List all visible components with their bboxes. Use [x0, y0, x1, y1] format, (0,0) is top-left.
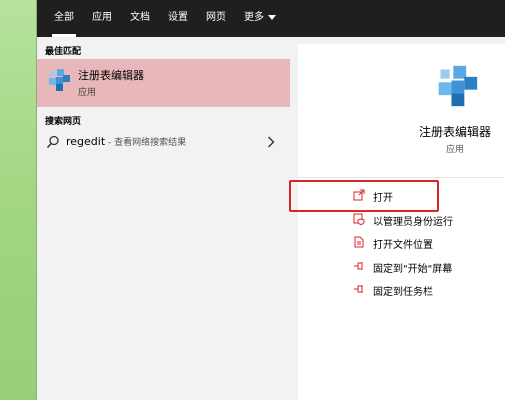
tab-all[interactable]: 全部: [45, 0, 83, 37]
web-search-header: 搜索网页: [45, 117, 82, 127]
best-match-title: 注册表编辑器: [78, 69, 144, 82]
best-match-header: 最佳匹配: [45, 47, 82, 57]
web-search-result[interactable]: regedit - 查看网络搜索结果: [37, 129, 290, 155]
chevron-down-icon: [268, 14, 276, 20]
open-icon: [353, 189, 365, 201]
results-list: 最佳匹配 注册表编辑器 应用 搜索网页 regedit - 查看网络搜索结果: [37, 37, 290, 400]
divider: [298, 177, 505, 178]
search-window: 全部 应用 文档 设置 网页 更多 最佳匹配 注册表编辑器 应用 搜索网页 re…: [36, 0, 505, 400]
search-tabs: 全部 应用 文档 设置 网页 更多: [37, 0, 505, 37]
action-run-as-admin[interactable]: 以管理员身份运行: [298, 208, 505, 232]
app-title: 注册表编辑器: [418, 125, 491, 139]
registry-editor-icon: [49, 69, 70, 91]
desktop-background: [0, 0, 36, 400]
best-match-item[interactable]: 注册表编辑器 应用: [37, 59, 290, 107]
chevron-right-icon[interactable]: [267, 136, 275, 148]
run-as-admin-icon: [353, 213, 365, 225]
file-location-icon: [354, 236, 364, 248]
tab-more[interactable]: 更多: [235, 0, 285, 37]
tab-documents[interactable]: 文档: [121, 0, 159, 37]
search-icon: [46, 135, 59, 149]
action-open[interactable]: 打开: [298, 184, 505, 208]
pin-icon: [354, 261, 363, 270]
web-search-query: regedit: [66, 135, 106, 148]
action-open-file-location[interactable]: 打开文件位置: [298, 231, 505, 255]
action-pin-to-taskbar-label: 固定到任务栏: [373, 287, 433, 298]
action-pin-to-taskbar[interactable]: 固定到任务栏: [298, 278, 505, 302]
tab-web[interactable]: 网页: [197, 0, 235, 37]
action-list: 打开 以管理员身份运行 打开文件位置 固定到"开始"屏幕 固定到任务栏: [298, 184, 505, 302]
web-search-suffix: - 查看网络搜索结果: [105, 138, 187, 148]
action-pin-to-start-label: 固定到"开始"屏幕: [373, 263, 453, 275]
pin-icon: [354, 285, 363, 293]
app-details-pane: 注册表编辑器 应用 打开 以管理员身份运行 打开文件位置 固定到"开始"屏幕 固…: [298, 44, 505, 400]
tab-settings[interactable]: 设置: [159, 0, 197, 37]
action-open-label: 打开: [373, 193, 393, 204]
registry-editor-icon: [438, 65, 478, 107]
action-pin-to-start[interactable]: 固定到"开始"屏幕: [298, 255, 505, 279]
action-run-as-admin-label: 以管理员身份运行: [373, 216, 453, 228]
tab-apps[interactable]: 应用: [83, 0, 121, 37]
action-open-file-location-label: 打开文件位置: [373, 240, 433, 251]
app-subtitle: 应用: [445, 145, 464, 155]
best-match-subtitle: 应用: [78, 88, 97, 98]
